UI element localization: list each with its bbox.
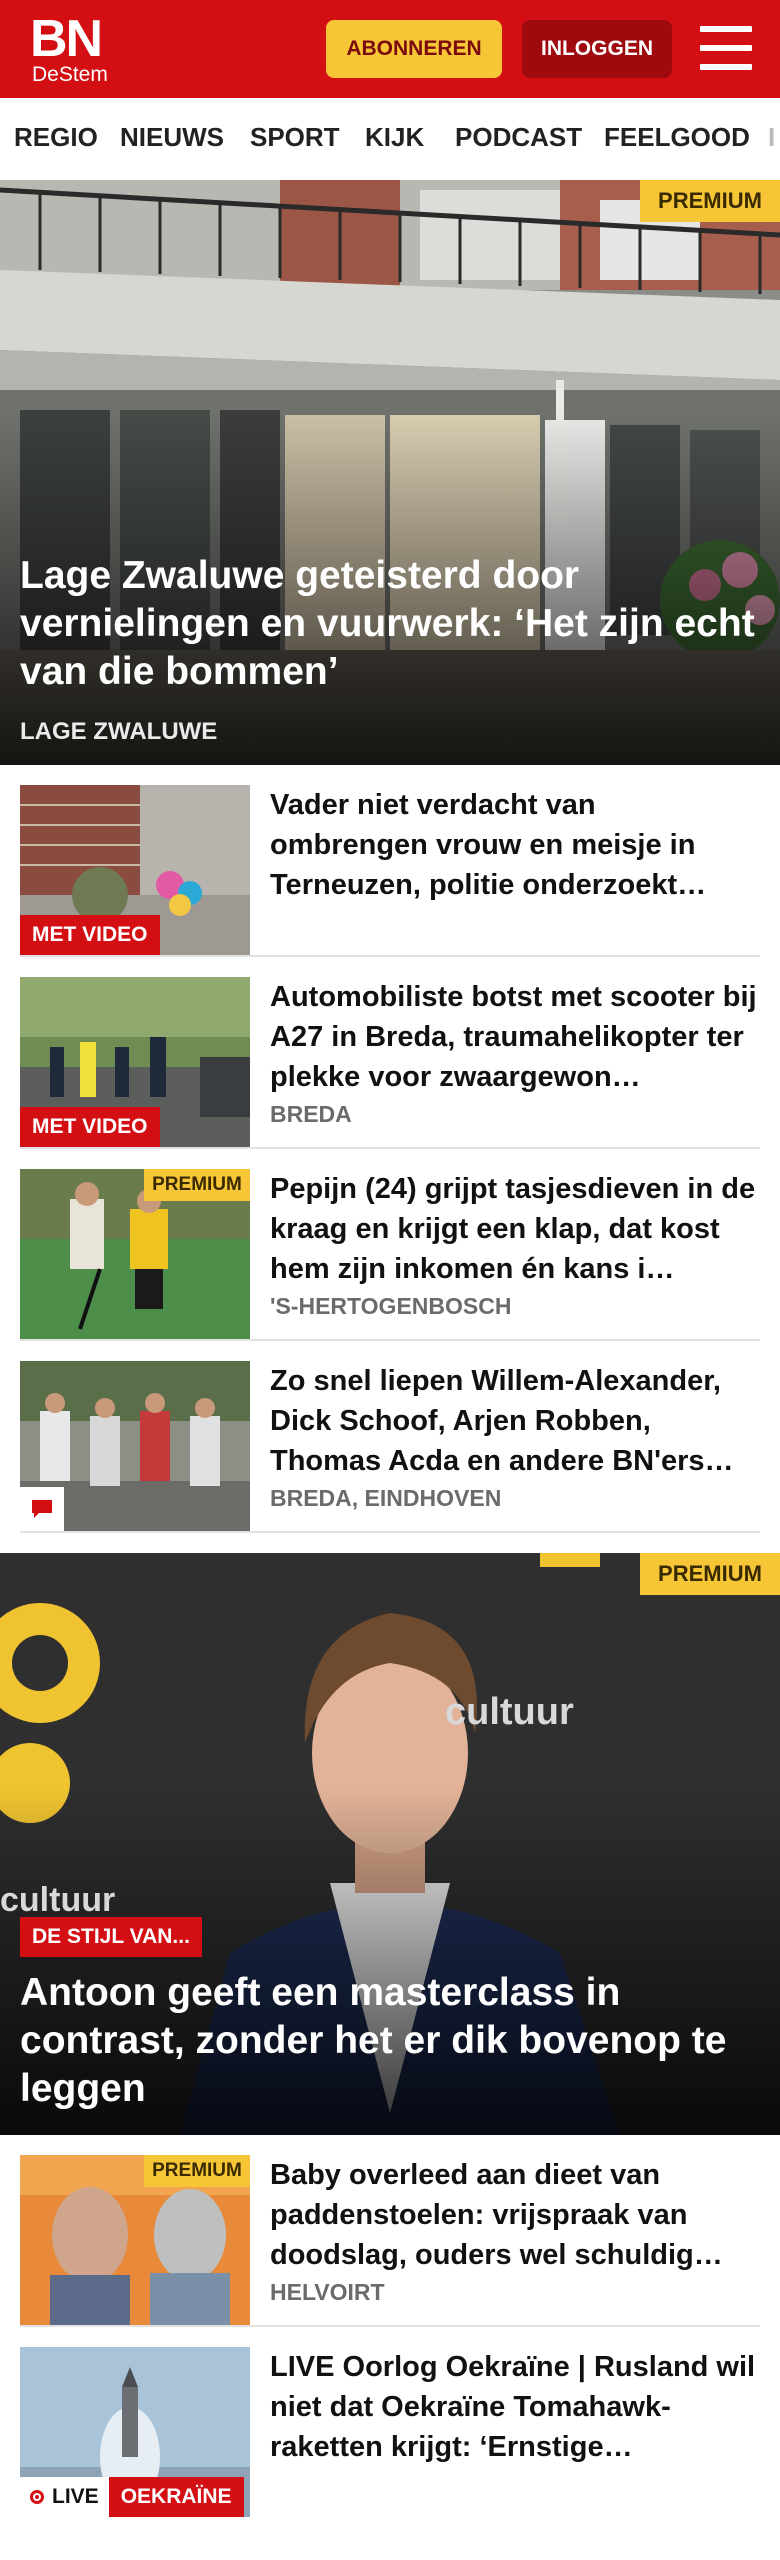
logo-main: BN [30,10,103,68]
article-thumbnail[interactable]: PREMIUM [20,2155,250,2325]
backdrop-text-left: cultuur [0,1881,116,1919]
hamburger-menu-icon[interactable] [700,26,752,70]
comment-icon [20,1487,64,1531]
article-thumbnail[interactable]: PREMIUM [20,1169,250,1339]
article-title[interactable]: LIVE Oorlog Oekraïne | Rusland wil niet … [270,2347,760,2467]
article-location: HELVOIRT [270,2279,385,2305]
nav-item-podcast[interactable]: PODCAST [455,122,582,153]
premium-badge: PREMIUM [144,2155,250,2187]
list-item[interactable]: LIVE OEKRAÏNE LIVE Oorlog Oekraïne | Rus… [20,2327,760,2519]
premium-badge: PREMIUM [144,1169,250,1201]
article-thumbnail[interactable]: MET VIDEO [20,977,250,1147]
article-thumbnail[interactable]: LIVE OEKRAÏNE [20,2347,250,2517]
list-item[interactable]: PREMIUM Baby overleed aan dieet van padd… [20,2135,760,2327]
hero-title[interactable]: Lage Zwaluwe geteisterd door vernielinge… [20,552,760,696]
hero-location: LAGE ZWALUWE [20,718,218,745]
list-item[interactable]: MET VIDEO Automobiliste botst met scoote… [20,957,760,1149]
hero-article-lage-zwaluwe[interactable]: PREMIUM Lage Zwaluwe geteisterd door ver… [0,180,780,765]
article-location: BREDA, EINDHOVEN [270,1485,502,1511]
hero-article-antoon[interactable]: cultuur cultuur PREMIUM DE STIJL VAN... … [0,1553,780,2135]
topic-label[interactable]: OEKRAÏNE [108,2477,244,2517]
hero-title[interactable]: Antoon geeft een masterclass in contrast… [20,1969,760,2113]
article-title[interactable]: Automobiliste botst met scooter bij A27 … [270,977,760,1097]
top-bar: BN DeStem ABONNEREN INLOGGEN [0,0,780,98]
list-item[interactable]: MET VIDEO Vader niet verdacht van ombren… [20,765,760,957]
section-nav: REGIO NIEUWS SPORT KIJK PODCAST FEELGOOD… [0,98,780,180]
nav-item-overflow[interactable]: I [768,122,775,153]
logo-sub: DeStem [32,63,108,86]
bn-destem-logo[interactable]: BN DeStem [30,10,120,86]
video-label: MET VIDEO [20,915,160,955]
nav-item-feelgood[interactable]: FEELGOOD [604,122,750,153]
live-dot-icon [30,2490,44,2504]
article-title[interactable]: Pepijn (24) grijpt tasjesdieven in de kr… [270,1169,760,1289]
article-thumbnail[interactable] [20,1361,250,1531]
article-title[interactable]: Vader niet verdacht van ombrengen vrouw … [270,785,760,905]
premium-badge: PREMIUM [640,1553,780,1595]
article-title[interactable]: Zo snel liepen Willem-Alexander, Dick Sc… [270,1361,760,1481]
article-thumbnail[interactable]: MET VIDEO [20,785,250,955]
backdrop-text: cultuur [445,1691,574,1733]
nav-item-regio[interactable]: REGIO [14,122,98,153]
article-title[interactable]: Baby overleed aan dieet van paddenstoele… [270,2155,760,2275]
list-item[interactable]: PREMIUM Pepijn (24) grijpt tasjesdieven … [20,1149,760,1341]
nav-item-nieuws[interactable]: NIEUWS [120,122,224,153]
live-label: LIVE [52,2485,99,2508]
list-item[interactable]: Zo snel liepen Willem-Alexander, Dick Sc… [20,1341,760,1533]
premium-badge: PREMIUM [640,180,780,222]
video-label: MET VIDEO [20,1107,160,1147]
login-button[interactable]: INLOGGEN [522,20,672,78]
live-badge: LIVE OEKRAÏNE [20,2477,244,2517]
subscribe-button[interactable]: ABONNEREN [326,20,502,78]
article-location: 'S-HERTOGENBOSCH [270,1293,512,1319]
section-label[interactable]: DE STIJL VAN... [20,1917,202,1957]
nav-item-sport[interactable]: SPORT [250,122,340,153]
article-location: BREDA [270,1101,352,1127]
nav-item-kijk[interactable]: KIJK [365,122,424,153]
